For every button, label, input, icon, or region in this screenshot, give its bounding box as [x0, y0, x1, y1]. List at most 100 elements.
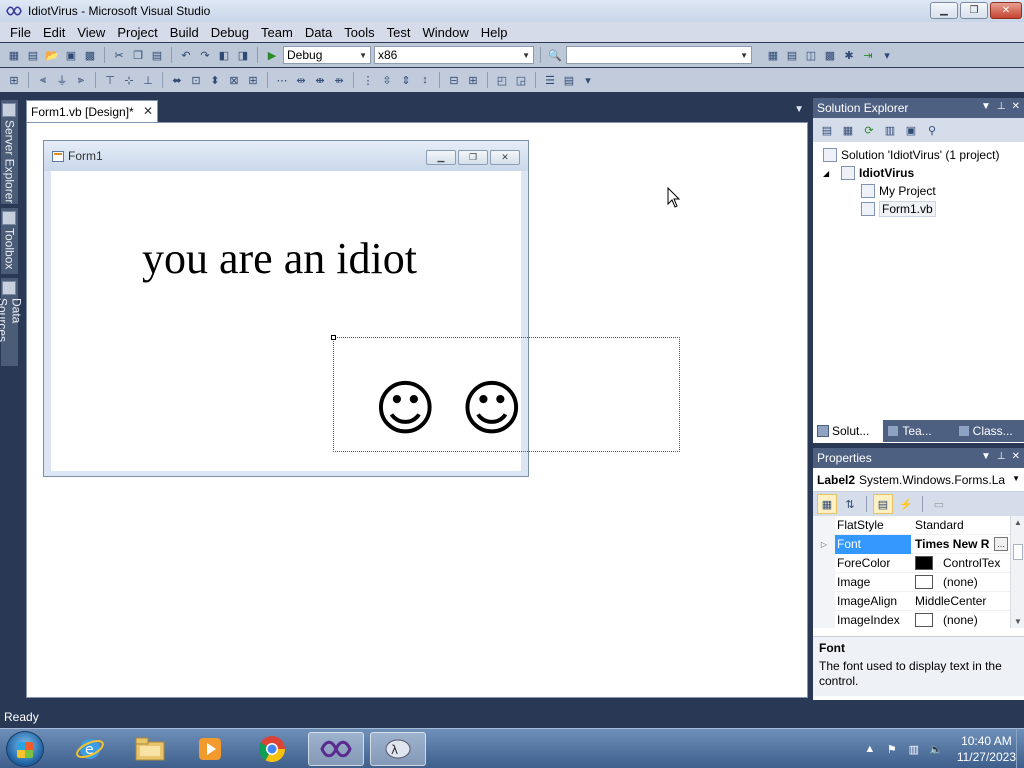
horizontal-spacing-decrease-icon[interactable]: ⇼ [312, 72, 328, 88]
tab-team-explorer[interactable]: Tea... [883, 420, 953, 442]
property-value[interactable]: (none) [911, 611, 1024, 629]
taskbar-internet-explorer[interactable]: e [62, 732, 118, 766]
property-row[interactable]: ImageAlign MiddleCenter [813, 591, 1024, 611]
align-middles-icon[interactable]: ⊹ [121, 72, 137, 88]
class-diagram-icon[interactable]: ⚲ [924, 122, 940, 138]
align-to-grid-icon[interactable]: ⊞ [6, 72, 22, 88]
save-icon[interactable]: ▣ [63, 47, 79, 63]
property-value[interactable]: MiddleCenter [911, 592, 1024, 611]
find-combo[interactable]: ▼ [566, 46, 752, 64]
redo-icon[interactable]: ↷ [197, 47, 213, 63]
property-value[interactable]: (none) [911, 573, 1024, 592]
undo-icon[interactable]: ↶ [178, 47, 194, 63]
auto-hide-pin-icon[interactable]: ⊥ [997, 451, 1006, 462]
close-button[interactable]: ✕ [990, 2, 1022, 19]
cut-icon[interactable]: ✂ [111, 47, 127, 63]
make-same-width-icon[interactable]: ⬌ [169, 72, 185, 88]
tab-class-view[interactable]: Class... [954, 420, 1024, 442]
tree-item-my-project[interactable]: My Project [813, 182, 1024, 200]
align-centers-icon[interactable]: ⏚ [54, 72, 70, 88]
menu-test[interactable]: Test [381, 25, 417, 40]
view-code-icon[interactable]: ▥ [882, 122, 898, 138]
object-selector[interactable]: Label2 System.Windows.Forms.La ▼ [813, 468, 1024, 492]
label1[interactable]: you are an idiot [142, 233, 417, 284]
navigate-forward-icon[interactable]: ◨ [235, 47, 251, 63]
tab-server-explorer[interactable]: Server Explorer [1, 100, 18, 204]
open-file-icon[interactable]: 📂 [44, 47, 60, 63]
size-grid-icon[interactable]: ⊞ [245, 72, 261, 88]
toolbox-icon[interactable]: ▩ [822, 47, 838, 63]
active-files-dropdown-icon[interactable]: ▼ [794, 104, 804, 115]
menu-window[interactable]: Window [416, 25, 474, 40]
expand-arrow-icon[interactable]: ▷ [813, 534, 835, 554]
tab-data-sources[interactable]: Data Sources [0, 278, 24, 366]
find-in-files-icon[interactable]: 🔍 [547, 47, 563, 63]
ellipsis-button[interactable]: … [994, 537, 1008, 551]
refresh-icon[interactable]: ⟳ [861, 122, 877, 138]
taskbar-visual-studio[interactable] [308, 732, 364, 766]
menu-help[interactable]: Help [475, 25, 514, 40]
property-pages-icon[interactable]: ▭ [929, 494, 949, 514]
center-vertically-icon[interactable]: ⊞ [465, 72, 481, 88]
size-to-grid-icon[interactable]: ⊡ [188, 72, 204, 88]
align-tops-icon[interactable]: ⊤ [102, 72, 118, 88]
collapse-arrow-icon[interactable]: ◢ [823, 169, 841, 178]
center-horizontally-icon[interactable]: ⊟ [446, 72, 462, 88]
new-project-icon[interactable]: ▦ [6, 47, 22, 63]
horizontal-spacing-equal-icon[interactable]: ⋯ [274, 72, 290, 88]
scroll-down-icon[interactable]: ▼ [1014, 617, 1022, 626]
window-position-icon[interactable]: ▼ [981, 101, 991, 112]
paste-icon[interactable]: ▤ [149, 47, 165, 63]
action-center-icon[interactable]: ⚑ [885, 742, 899, 756]
start-debugging-icon[interactable]: ▶ [264, 47, 280, 63]
property-row[interactable]: FlatStyle Standard [813, 516, 1024, 535]
window-position-icon[interactable]: ▼ [981, 451, 991, 462]
bring-to-front-icon[interactable]: ◰ [494, 72, 510, 88]
maximize-button[interactable]: ❐ [960, 2, 988, 19]
property-value[interactable]: ControlTex [911, 554, 1024, 573]
minimize-button[interactable]: ▁ [930, 2, 958, 19]
property-row[interactable]: ForeColor ControlTex [813, 553, 1024, 573]
close-panel-icon[interactable]: ✕ [1012, 451, 1020, 462]
vertical-spacing-increase-icon[interactable]: ⇳ [379, 72, 395, 88]
volume-icon[interactable]: 🔈 [929, 742, 943, 756]
vertical-spacing-decrease-icon[interactable]: ⇕ [398, 72, 414, 88]
property-row[interactable]: ImageIndex (none) [813, 610, 1024, 629]
align-lefts-icon[interactable]: ⫷ [35, 72, 51, 88]
toolbar-options-icon[interactable]: ▾ [879, 47, 895, 63]
design-surface[interactable]: Form1 ▁ ❐ ✕ you are an idiot ☺☺ [26, 122, 808, 698]
taskbar-chrome[interactable] [244, 732, 300, 766]
extension-manager-icon[interactable]: ✱ [841, 47, 857, 63]
make-same-height-icon[interactable]: ⬍ [207, 72, 223, 88]
tab-order-icon[interactable]: ☰ [542, 72, 558, 88]
property-row[interactable]: Image (none) [813, 572, 1024, 592]
menu-build[interactable]: Build [164, 25, 205, 40]
object-browser-icon[interactable]: ◫ [803, 47, 819, 63]
property-row-selected[interactable]: ▷ Font Times New R … [813, 534, 1024, 554]
network-icon[interactable]: ▥ [907, 742, 921, 756]
show-hidden-icons-icon[interactable]: ▲ [863, 742, 877, 756]
clock[interactable]: 10:40 AM 11/27/2023 [957, 733, 1016, 765]
add-item-icon[interactable]: ▤ [25, 47, 41, 63]
close-tab-icon[interactable]: ✕ [143, 104, 153, 118]
taskbar-media-player[interactable] [182, 732, 238, 766]
tab-solution-explorer[interactable]: Solut... [813, 420, 884, 442]
menu-data[interactable]: Data [299, 25, 338, 40]
menu-project[interactable]: Project [111, 25, 163, 40]
menu-team[interactable]: Team [255, 25, 299, 40]
view-designer-icon[interactable]: ▣ [903, 122, 919, 138]
toolbar-options-icon[interactable]: ▾ [580, 72, 596, 88]
navigate-back-icon[interactable]: ◧ [216, 47, 232, 63]
alphabetical-icon[interactable]: ⇅ [840, 494, 860, 514]
align-rights-icon[interactable]: ⫸ [73, 72, 89, 88]
scroll-thumb[interactable] [1013, 544, 1023, 560]
menu-debug[interactable]: Debug [205, 25, 255, 40]
vertical-spacing-remove-icon[interactable]: ↕ [417, 72, 433, 88]
horizontal-spacing-remove-icon[interactable]: ⇻ [331, 72, 347, 88]
close-panel-icon[interactable]: ✕ [1012, 101, 1020, 112]
solution-explorer-icon[interactable]: ▦ [765, 47, 781, 63]
tab-toolbox[interactable]: Toolbox [1, 208, 18, 274]
tree-item-project[interactable]: ◢ IdiotVirus [813, 164, 1024, 182]
auto-hide-pin-icon[interactable]: ⊥ [997, 101, 1006, 112]
horizontal-spacing-increase-icon[interactable]: ⇹ [293, 72, 309, 88]
